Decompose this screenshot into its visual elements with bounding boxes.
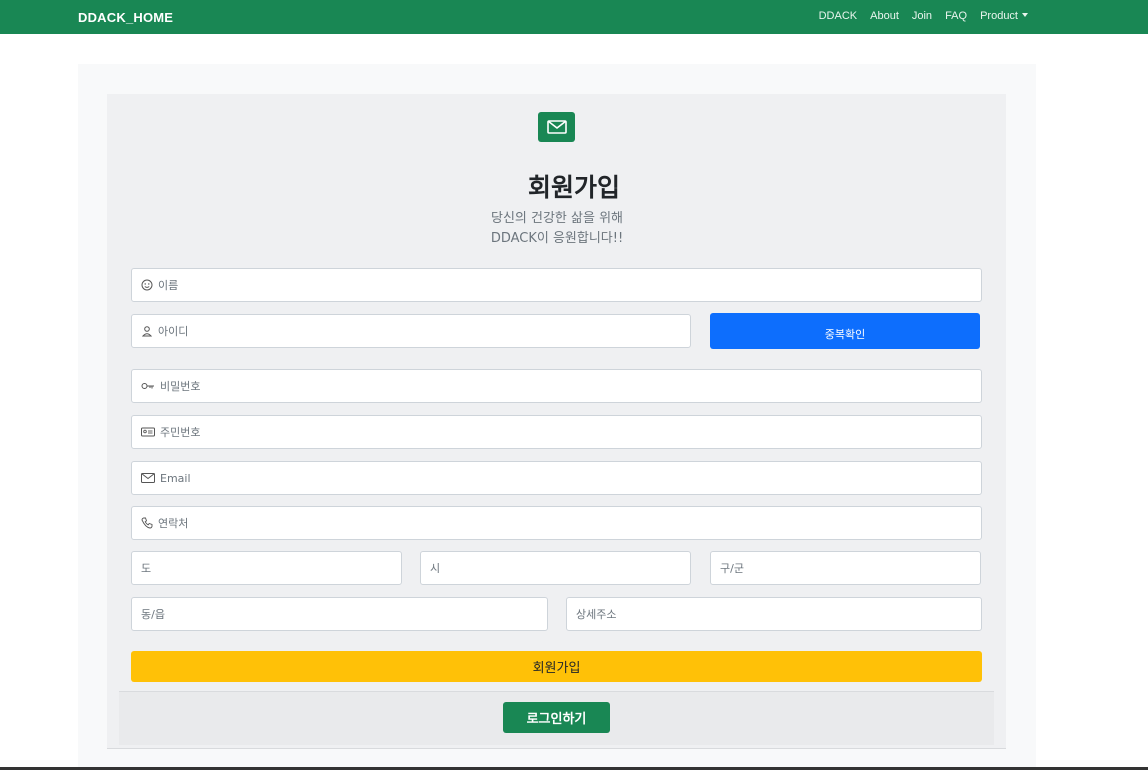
nav-link-faq[interactable]: FAQ [945, 10, 967, 22]
phone-icon [141, 517, 153, 529]
detail-address-field[interactable] [566, 597, 982, 631]
smile-icon [141, 279, 153, 291]
id-card-icon [141, 427, 155, 437]
email-field[interactable] [131, 461, 982, 495]
nav-dropdown-product-label: Product [980, 10, 1018, 22]
rrn-field[interactable] [131, 415, 982, 449]
nav-links: DDACK About Join FAQ Product [819, 10, 1028, 22]
caret-down-icon [1022, 13, 1028, 17]
province-field[interactable] [131, 551, 402, 585]
envelope-small-icon [141, 473, 155, 483]
district-field[interactable] [710, 551, 981, 585]
signup-submit-button[interactable]: 회원가입 [131, 651, 982, 682]
subtitle-line-1: 당신의 건강한 삶을 위해 [491, 211, 623, 226]
name-field[interactable] [131, 268, 982, 302]
userid-field[interactable] [131, 314, 691, 348]
town-input[interactable] [141, 607, 547, 621]
phone-input[interactable] [158, 516, 981, 530]
district-input[interactable] [720, 561, 980, 575]
nav-dropdown-product[interactable]: Product [980, 10, 1028, 22]
nav-link-join[interactable]: Join [912, 10, 932, 22]
town-field[interactable] [131, 597, 548, 631]
email-input[interactable] [160, 471, 981, 485]
detail-address-input[interactable] [576, 607, 981, 621]
city-field[interactable] [420, 551, 691, 585]
page-title: 회원가입 [527, 173, 620, 202]
key-icon [141, 381, 155, 391]
password-input[interactable] [160, 379, 981, 393]
phone-field[interactable] [131, 506, 982, 540]
userid-input[interactable] [158, 324, 690, 338]
name-input[interactable] [158, 278, 981, 292]
subtitle-line-2: DDACK이 응원합니다!! [490, 231, 624, 246]
login-button[interactable]: 로그인하기 [503, 702, 610, 733]
person-icon [141, 325, 153, 337]
envelope-icon [538, 112, 575, 142]
nav-link-about[interactable]: About [870, 10, 899, 22]
province-input[interactable] [141, 561, 401, 575]
brand-logo-link[interactable]: DDACK_HOME [78, 10, 173, 25]
duplicate-check-button[interactable]: 중복확인 [710, 313, 980, 349]
password-field[interactable] [131, 369, 982, 403]
top-navbar: DDACK_HOME DDACK About Join FAQ Product [0, 0, 1148, 34]
city-input[interactable] [430, 561, 690, 575]
rrn-input[interactable] [160, 425, 981, 439]
nav-link-ddack[interactable]: DDACK [819, 10, 858, 22]
